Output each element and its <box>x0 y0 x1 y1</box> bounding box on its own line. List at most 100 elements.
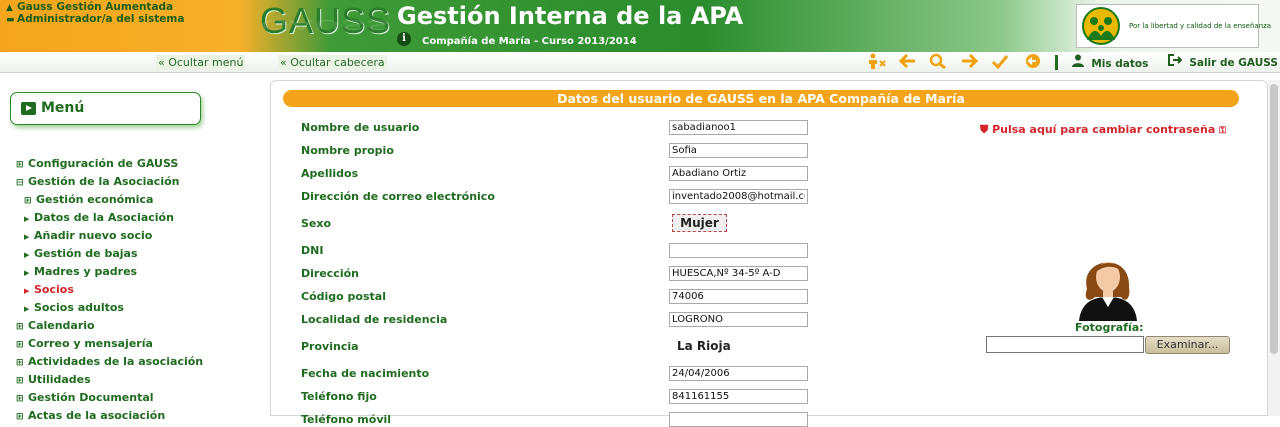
sidebar-item[interactable]: ▶ Madres y padres <box>24 265 137 278</box>
surname-input[interactable] <box>669 166 808 181</box>
change-password-link[interactable]: ⛊ Pulsa aquí para cambiar contraseña ⚿ <box>980 123 1226 137</box>
triangle-right-icon: ▶ <box>24 269 30 277</box>
logout-label: Salir de GAUSS <box>1189 57 1278 69</box>
scrollbar[interactable] <box>1268 80 1280 416</box>
sidebar-item[interactable]: ▶ Añadir nuevo socio <box>24 229 152 242</box>
plus-box-icon: ⊞ <box>16 160 24 170</box>
phone-input[interactable] <box>669 389 808 404</box>
surname-label: Apellidos <box>301 167 359 180</box>
phone-label: Teléfono fijo <box>301 390 377 403</box>
back-icon[interactable] <box>1024 53 1042 72</box>
form-title: Datos del usuario de GAUSS en la APA Com… <box>283 90 1239 107</box>
plus-box-icon: ⊞ <box>16 322 24 332</box>
toolbar: « Ocultar menú « Ocultar cabecera Mis da… <box>0 52 1280 73</box>
sidebar-item-label: Configuración de GAUSS <box>28 157 179 170</box>
info-icon[interactable]: i <box>397 32 411 46</box>
first-name-input[interactable] <box>669 143 808 158</box>
triangle-right-icon: ▶ <box>24 251 30 259</box>
logout-link[interactable]: Salir de GAUSS <box>1168 54 1278 69</box>
school-year-subtitle: Compañía de María - Curso 2013/2014 <box>422 36 637 47</box>
birth-date-label: Fecha de nacimiento <box>301 367 430 380</box>
sidebar-item[interactable]: ⊞ Gestión Documental <box>16 391 154 404</box>
address-label: Dirección <box>301 267 359 280</box>
user-role: Administrador/a del sistema <box>17 13 185 25</box>
sidebar-item-label: Madres y padres <box>34 265 138 278</box>
postal-code-input[interactable] <box>669 289 808 304</box>
header-banner: ▲ Gauss Gestión Aumentada ▬ Administrador/… <box>0 0 1280 52</box>
mobile-label: Teléfono móvil <box>301 413 392 426</box>
menu-title: Menú <box>41 100 85 116</box>
app-title: Gestión Interna de la APA <box>397 2 744 30</box>
triangle-right-icon: ▶ <box>24 305 30 313</box>
browse-button[interactable]: Examinar... <box>1145 336 1230 354</box>
checkmark-icon[interactable] <box>991 53 1009 72</box>
triangle-right-icon: ▶ <box>24 233 30 241</box>
person-icon <box>1072 54 1084 70</box>
city-input[interactable] <box>669 312 808 327</box>
key-icon: ⚿ <box>1219 126 1226 136</box>
shield-icon: ⛊ <box>980 123 989 136</box>
first-name-label: Nombre propio <box>301 144 394 157</box>
concapa-emblem-icon <box>1079 6 1123 46</box>
user-name: Gauss Gestión Aumentada <box>17 1 174 13</box>
photo-file-input[interactable] <box>986 336 1144 353</box>
sidebar-item[interactable]: ▶ Gestión de bajas <box>24 247 138 260</box>
mobile-input[interactable] <box>669 412 808 427</box>
province-value[interactable]: La Rioja <box>677 339 731 353</box>
play-icon <box>21 102 36 115</box>
email-input[interactable] <box>669 189 808 204</box>
user-line: ▲ Gauss Gestión Aumentada <box>6 1 173 13</box>
sidebar-item-label: Gestión de la Asociación <box>28 175 180 188</box>
sidebar-item-label: Gestión de bajas <box>34 247 138 260</box>
sidebar-item[interactable]: ⊟ Gestión de la Asociación <box>16 175 179 188</box>
address-input[interactable] <box>669 266 808 281</box>
user-remove-icon[interactable] <box>866 53 888 74</box>
hide-menu-link[interactable]: « Ocultar menú <box>156 55 246 70</box>
avatar-female-icon <box>1071 247 1145 321</box>
sidebar-item-label: Calendario <box>28 319 95 332</box>
sidebar-item[interactable]: ⊞ Utilidades <box>16 373 91 386</box>
scrollbar-thumb[interactable] <box>1270 84 1278 354</box>
sidebar-item-label: Utilidades <box>28 373 91 386</box>
dni-label: DNI <box>301 244 324 257</box>
hide-header-link[interactable]: « Ocultar cabecera <box>278 55 387 70</box>
city-label: Localidad de residencia <box>301 313 448 326</box>
sex-label: Sexo <box>301 217 332 230</box>
gauss-logo-reflection: GAUSS <box>260 16 392 33</box>
arrow-left-icon[interactable] <box>898 53 917 72</box>
sidebar-item[interactable]: ▶ Datos de la Asociación <box>24 211 174 224</box>
concapa-tagline: Por la libertad y calidad de la enseñanz… <box>1129 22 1272 30</box>
birth-date-input[interactable] <box>669 366 808 381</box>
triangle-right-icon: ▶ <box>24 287 30 295</box>
plus-box-icon: ⊞ <box>16 358 24 368</box>
sidebar-item-label: Correo y mensajería <box>28 337 153 350</box>
sex-select[interactable]: Mujer <box>672 214 727 232</box>
sidebar-item[interactable]: ▶ Socios <box>24 283 74 296</box>
sidebar-item-label: Gestión Documental <box>28 391 154 404</box>
role-line: ▬ Administrador/a del sistema <box>6 13 184 25</box>
concapa-logo[interactable]: Por la libertad y calidad de la enseñanz… <box>1076 4 1271 48</box>
username-input[interactable] <box>669 120 808 135</box>
arrow-right-icon[interactable] <box>960 53 979 72</box>
sidebar-item[interactable]: ⊞ Actividades de la asociación <box>16 355 203 368</box>
role-icon: ▬ <box>6 15 15 25</box>
sidebar-item[interactable]: ⊞ Gestión económica <box>24 193 153 206</box>
logout-icon <box>1168 54 1183 69</box>
sidebar-item[interactable]: ⊞ Correo y mensajería <box>16 337 153 350</box>
sidebar-item-label: Datos de la Asociación <box>34 211 174 224</box>
sidebar: Menú ⊞ Configuración de GAUSS ⊟ Gestión de … <box>0 74 268 422</box>
my-data-label: Mis datos <box>1091 58 1149 70</box>
dni-input[interactable] <box>669 243 808 258</box>
my-data-link[interactable]: Mis datos <box>1072 54 1148 70</box>
province-label: Provincia <box>301 340 359 353</box>
minus-box-icon: ⊟ <box>16 178 24 188</box>
plus-box-icon: ⊞ <box>16 340 24 350</box>
sidebar-item-label: Gestión económica <box>36 193 154 206</box>
search-icon[interactable] <box>929 53 947 72</box>
sidebar-item[interactable]: ▶ Socios adultos <box>24 301 124 314</box>
username-label: Nombre de usuario <box>301 121 420 134</box>
sidebar-item[interactable]: ⊞ Configuración de GAUSS <box>16 157 178 170</box>
triangle-right-icon: ▶ <box>24 215 30 223</box>
sidebar-item[interactable]: ⊞ Calendario <box>16 319 95 332</box>
menu-header[interactable]: Menú <box>10 92 201 125</box>
